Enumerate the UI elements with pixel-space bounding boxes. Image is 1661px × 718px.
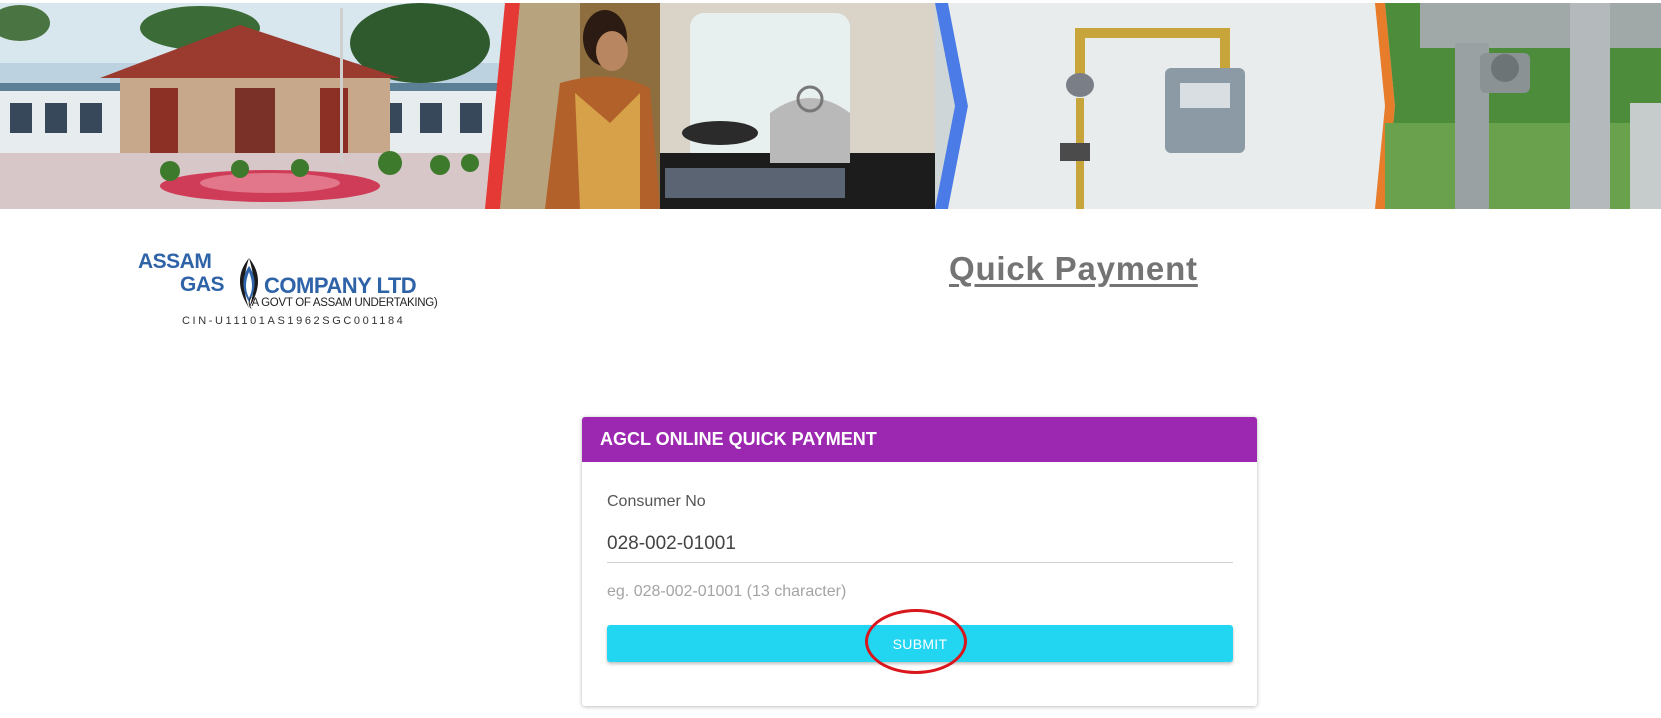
consumer-no-input[interactable] bbox=[607, 525, 1233, 563]
quick-payment-card: AGCL ONLINE QUICK PAYMENT Consumer No eg… bbox=[582, 417, 1257, 706]
consumer-no-label: Consumer No bbox=[607, 493, 706, 510]
logo-line-assam: ASSAM bbox=[138, 250, 212, 273]
page: ASSAM GAS COMPANY LTD (A GOVT OF ASSAM U… bbox=[0, 0, 1661, 718]
consumer-no-hint: eg. 028-002-01001 (13 character) bbox=[607, 583, 847, 600]
woman-cooking-on-gas-stove-photo bbox=[500, 3, 935, 209]
logo-line-gas: GAS bbox=[180, 273, 225, 296]
logo-line-company: COMPANY LTD bbox=[264, 273, 417, 298]
banner-illustration bbox=[0, 3, 1661, 209]
gas-meter-pipe-photo bbox=[948, 3, 1390, 209]
header-banner bbox=[0, 3, 1661, 209]
logo-subtitle: (A GOVT OF ASSAM UNDERTAKING) bbox=[248, 297, 438, 309]
card-header: AGCL ONLINE QUICK PAYMENT bbox=[582, 417, 1257, 462]
gas-pipeline-valve-photo bbox=[1385, 3, 1661, 209]
office-building-photo bbox=[0, 3, 520, 209]
page-title: Quick Payment bbox=[949, 250, 1198, 287]
cin-number: CIN-U11101AS1962SGC001184 bbox=[182, 315, 406, 327]
company-logo: ASSAM GAS COMPANY LTD (A GOVT OF ASSAM U… bbox=[136, 250, 446, 332]
submit-button[interactable]: SUBMIT bbox=[607, 625, 1233, 662]
